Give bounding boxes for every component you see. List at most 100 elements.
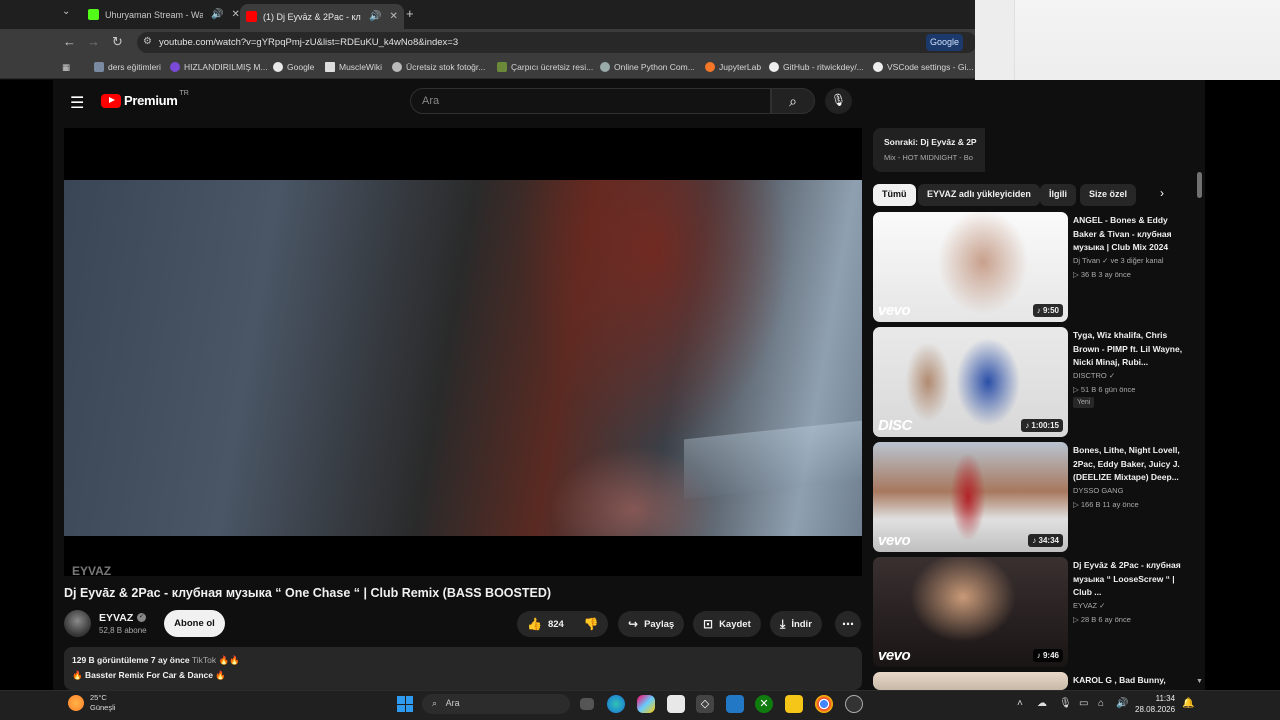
download-button[interactable]: ⤓ İndir (770, 611, 822, 637)
recommended-video[interactable]: vevo ♪ 34:34 Bones, Lithe, Night Lovell,… (873, 442, 1193, 552)
save-button[interactable]: ⊡ Kaydet (693, 611, 761, 637)
windows-logo-icon (397, 704, 405, 712)
reload-icon[interactable]: ↻ (112, 34, 123, 50)
hashtag[interactable]: TikTok (192, 655, 216, 665)
voice-search-button[interactable]: 🎙 (825, 88, 852, 114)
store-icon[interactable] (667, 695, 685, 713)
browser-toolbar: ← → ↻ ⚙ youtube.com/watch?v=gYRpqPmj-zU&… (0, 29, 977, 56)
network-icon[interactable]: ⌂ (1098, 698, 1104, 709)
clock-date: 28.08.2026 (1135, 705, 1176, 714)
speaker-icon[interactable]: 🔊 (369, 11, 381, 22)
video-watermark: EYVAZ (72, 564, 112, 576)
new-tab-button[interactable]: + (406, 6, 414, 21)
video-card-channel: Dj Tivan ✓ ve 3 diğer kanal (1073, 256, 1164, 265)
like-count[interactable]: 824 (548, 619, 564, 630)
video-thumbnail[interactable]: vevo ♪ 9:46 (873, 557, 1068, 667)
tab-youtube[interactable]: (1) Dj Eyvāz & 2Pac - клуб 🔊 ✕ (240, 4, 404, 29)
onedrive-icon[interactable]: ☁ (1037, 698, 1047, 709)
vscode-icon[interactable] (726, 695, 744, 713)
like-icon[interactable]: 👍 (527, 617, 542, 631)
bookmark-item[interactable]: Online Python Com... (600, 62, 695, 72)
channel-avatar[interactable] (64, 610, 91, 637)
video-thumbnail[interactable] (873, 672, 1068, 690)
close-tab-icon[interactable]: ✕ (389, 11, 397, 22)
new-badge: Yeni (1073, 397, 1095, 408)
volume-icon[interactable]: 🔊 (1116, 698, 1128, 709)
forward-icon[interactable]: → (87, 34, 100, 49)
bookmark-item[interactable]: HIZLANDIRILMIŞ M... (170, 62, 268, 72)
description-box[interactable]: 129 B görüntüleme 7 ay önce TikTok 🔥🔥 🔥 … (64, 647, 862, 690)
chip-from-uploader[interactable]: EYVAZ adlı yükleyiciden (918, 184, 1040, 206)
bookmark-item[interactable]: ders eğitimleri (94, 62, 161, 72)
chip-related[interactable]: İlgili (1040, 184, 1076, 206)
video-thumbnail[interactable]: vevo ♪ 9:50 (873, 212, 1068, 322)
recommended-video[interactable]: KAROL G , Bad Bunny, (873, 672, 1193, 690)
notification-icon[interactable]: 🔔 (1182, 698, 1194, 709)
share-label: Paylaş (644, 618, 675, 630)
region-code: TR (179, 90, 189, 97)
browser-tabstrip: ⌄ Uhuryaman Stream - Watc 🔊 ✕ (1) Dj Eyv… (0, 0, 975, 29)
recommended-video[interactable]: vevo ♪ 9:50 ANGEL - Bones & Eddy Baker &… (873, 212, 1193, 322)
system-clock[interactable]: 11:34 28.08.2026 (1135, 693, 1175, 715)
save-label: Kaydet (719, 618, 751, 630)
chrome-icon[interactable] (815, 695, 833, 713)
chip-all[interactable]: Tümü (873, 184, 916, 206)
task-view-icon[interactable] (580, 698, 594, 710)
channel-name[interactable]: EYVAZ (99, 612, 133, 624)
google-lens-chip[interactable]: Google (926, 34, 964, 51)
unity-icon[interactable]: ◇ (696, 695, 714, 713)
recommended-video[interactable]: vevo ♪ 9:46 Dj Eyvāz & 2Pac - клубная му… (873, 557, 1193, 667)
more-icon: ⋯ (842, 617, 854, 631)
recommended-video[interactable]: DISC ♪ 1:00:15 Tyga, Wiz khalifa, Chris … (873, 327, 1193, 437)
xbox-icon[interactable]: ✕ (755, 695, 773, 713)
tray-chevron-icon[interactable]: ˄ (1017, 698, 1023, 709)
copilot-icon[interactable] (637, 695, 655, 713)
weather-condition: Güneşli (90, 703, 116, 712)
subscribe-button[interactable]: Abone ol (164, 610, 225, 637)
video-thumbnail[interactable]: DISC ♪ 1:00:15 (873, 327, 1068, 437)
display-icon[interactable]: ▭ (1079, 698, 1088, 709)
tab-stream[interactable]: Uhuryaman Stream - Watc 🔊 ✕ (82, 4, 246, 25)
microphone-icon[interactable]: 🎙 (1059, 698, 1072, 709)
video-frame-detail (684, 420, 862, 500)
bookmark-item[interactable]: MuscleWiki (325, 62, 382, 72)
tab-list-icon[interactable]: ⌄ (62, 6, 70, 17)
windows-logo-icon (405, 704, 413, 712)
verified-icon: ✓ (137, 613, 146, 622)
speaker-icon[interactable]: 🔊 (211, 9, 223, 20)
bookmark-item[interactable]: JupyterLab (705, 62, 761, 72)
video-thumbnail[interactable]: vevo ♪ 34:34 (873, 442, 1068, 552)
chip-for-you[interactable]: Size özel (1080, 184, 1137, 206)
taskbar-search[interactable]: ⌕ Ara (422, 694, 570, 714)
bookmark-item[interactable]: Çarpıcı ücretsiz resi... (497, 62, 593, 72)
search-input[interactable]: Ara (410, 88, 771, 114)
temperature: 25°C (90, 693, 107, 702)
close-tab-icon[interactable]: ✕ (231, 9, 239, 20)
youtube-logo[interactable]: Premium TR (101, 90, 189, 108)
file-explorer-icon[interactable] (785, 695, 803, 713)
more-actions-button[interactable]: ⋯ (835, 611, 861, 637)
address-bar[interactable]: ⚙ youtube.com/watch?v=gYRpqPmj-zU&list=R… (137, 32, 977, 53)
vevo-logo: vevo (878, 532, 911, 549)
bookmark-item[interactable]: GitHub - ritwickdey/... (769, 62, 864, 72)
weather-widget[interactable]: 25°C Güneşli (68, 693, 115, 713)
video-card-meta: ▷ 166 B 11 ay önce (1073, 500, 1139, 509)
share-button[interactable]: ↪ Paylaş (618, 611, 685, 637)
bookmark-item[interactable]: VSCode settings - Gi... (873, 62, 973, 72)
start-button[interactable] (397, 696, 413, 712)
recording-app-icon[interactable] (845, 695, 863, 713)
up-next-panel[interactable]: Sonraki: Dj Eyvāz & 2P Mix - HOT MIDNIGH… (873, 128, 985, 172)
site-info-icon[interactable]: ⚙ (143, 36, 152, 47)
dislike-icon[interactable]: 👎 (584, 617, 599, 631)
bookmark-item[interactable]: Google (273, 62, 314, 72)
scrollbar-thumb[interactable] (1197, 172, 1202, 198)
menu-icon[interactable]: ☰ (70, 93, 84, 113)
video-player[interactable]: EYVAZ (64, 128, 862, 576)
edge-icon[interactable] (607, 695, 625, 713)
apps-icon[interactable]: ▦ (62, 62, 70, 73)
scroll-down-icon[interactable]: ▼ (1196, 678, 1203, 685)
chevron-right-icon[interactable]: › (1160, 186, 1164, 200)
back-icon[interactable]: ← (63, 34, 76, 49)
bookmark-item[interactable]: Ücretsiz stok fotoğr... (392, 62, 485, 72)
search-button[interactable]: ⌕ (771, 88, 815, 114)
